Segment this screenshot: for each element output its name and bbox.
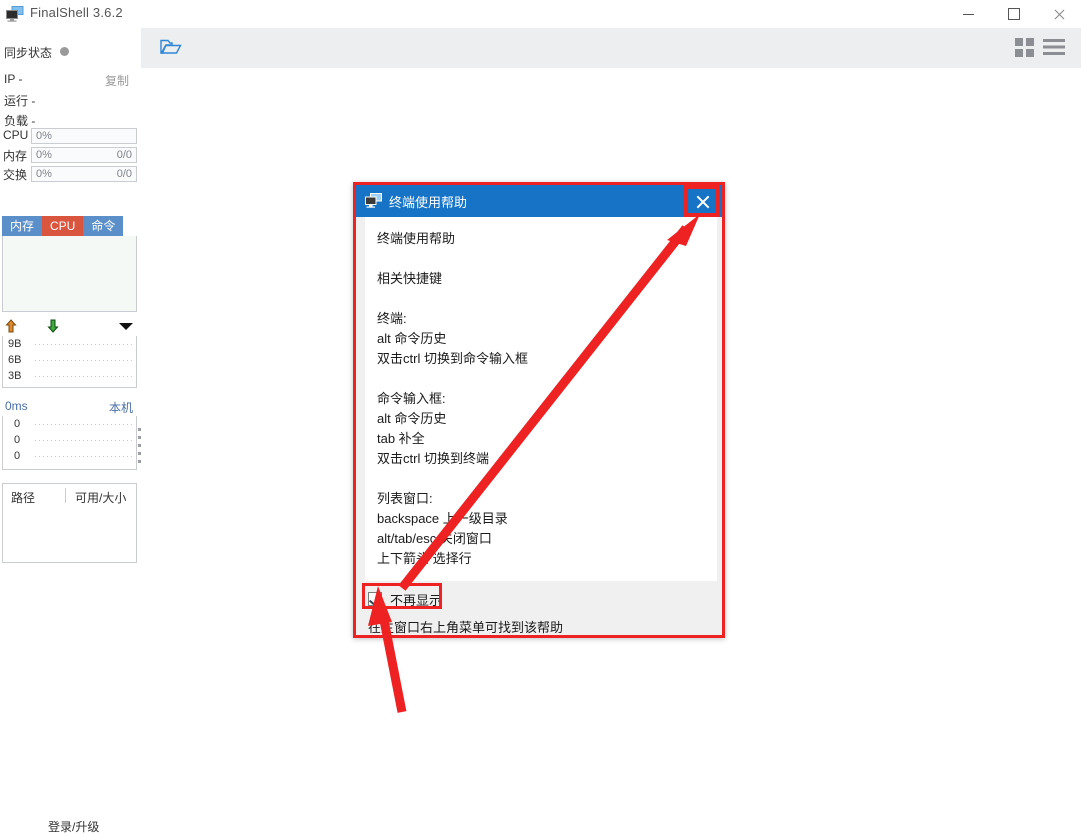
- grid-view-icon-3: [1015, 49, 1023, 57]
- ip-label: IP -: [4, 72, 23, 86]
- close-icon: [695, 194, 710, 209]
- network-ylabel-0: 9B: [8, 338, 22, 350]
- cpu-meter-label: CPU: [3, 128, 29, 142]
- scroll-dot: [138, 428, 141, 431]
- open-folder-icon: [159, 37, 183, 60]
- chevron-down-icon[interactable]: [119, 323, 133, 330]
- dialog-help-text: 终端使用帮助 相关快捷键 终端: alt 命令历史 双击ctrl 切换到命令输入…: [377, 231, 528, 566]
- ping-ylabel-1: 0: [14, 434, 21, 446]
- grid-view-button[interactable]: [1015, 38, 1035, 58]
- dont-show-again-row[interactable]: 不再显示: [368, 589, 442, 609]
- swap-meter-label: 交换: [3, 168, 28, 182]
- dialog-title-bar: 终端使用帮助: [356, 185, 722, 217]
- grid-view-icon: [1015, 38, 1023, 46]
- network-gridline-2: [35, 376, 135, 377]
- network-chart: 9B 6B 3B: [2, 336, 137, 388]
- process-list[interactable]: [2, 236, 137, 312]
- dialog-title: 终端使用帮助: [389, 195, 468, 210]
- ping-ylabel-0: 0: [14, 418, 21, 430]
- app-monitor-icon: [6, 6, 24, 22]
- disk-column-divider: [65, 488, 66, 503]
- grid-view-icon-2: [1026, 38, 1034, 46]
- process-tabs: 内存 CPU 命令: [2, 216, 137, 236]
- uptime-label: 运行 -: [4, 94, 36, 108]
- ping-gridline-1: [35, 440, 135, 441]
- memory-meter: 0% 0/0: [31, 147, 137, 163]
- network-header: [2, 318, 137, 336]
- minimize-button[interactable]: [946, 0, 991, 28]
- memory-meter-value: 0%: [36, 149, 52, 161]
- swap-meter: 0% 0/0: [31, 166, 137, 182]
- memory-meter-detail: 0/0: [116, 149, 132, 161]
- copy-ip-button[interactable]: 复制: [105, 72, 129, 89]
- sidebar-scrollbar[interactable]: [138, 428, 143, 470]
- cpu-meter-value: 0%: [36, 130, 52, 142]
- ping-ylabel-2: 0: [14, 450, 21, 462]
- ping-header: 0ms 本机: [2, 398, 137, 416]
- maximize-icon: [1007, 8, 1020, 20]
- scroll-dot: [138, 460, 141, 463]
- minimize-icon: [963, 13, 974, 15]
- network-ylabel-2: 3B: [8, 370, 22, 382]
- dialog-close-button[interactable]: [688, 189, 716, 213]
- tab-memory[interactable]: 内存: [2, 216, 43, 236]
- main-toolbar: [141, 28, 1081, 69]
- close-icon: [1053, 8, 1065, 20]
- app-title: FinalShell 3.6.2: [30, 5, 123, 20]
- arrow-down-icon: [47, 319, 59, 336]
- window-title-bar: FinalShell 3.6.2: [0, 0, 1081, 29]
- ping-gridline-2: [35, 456, 135, 457]
- ping-gridline-0: [35, 424, 135, 425]
- disk-column-path: 路径: [11, 491, 36, 505]
- ping-chart: 0 0 0: [2, 416, 137, 470]
- dialog-body: 终端使用帮助 相关快捷键 终端: alt 命令历史 双击ctrl 切换到命令输入…: [365, 217, 717, 581]
- scroll-dot: [138, 452, 141, 455]
- network-gridline-0: [35, 344, 135, 345]
- swap-meter-detail: 0/0: [116, 168, 132, 180]
- maximize-button[interactable]: [991, 0, 1036, 28]
- list-view-button[interactable]: [1043, 38, 1065, 58]
- status-sidebar: 同步状态 IP - 复制 运行 - 负载 - CPU 0% 内存 0% 0/0 …: [0, 28, 143, 834]
- login-upgrade-link[interactable]: 登录/升级: [48, 818, 99, 835]
- ping-latency: 0ms: [5, 399, 28, 413]
- scroll-dot: [138, 444, 141, 447]
- network-ylabel-1: 6B: [8, 354, 22, 366]
- dont-show-again-checkbox[interactable]: [368, 592, 382, 606]
- load-label: 负载 -: [4, 114, 36, 128]
- close-button[interactable]: [1036, 0, 1081, 28]
- dont-show-again-label: 不再显示: [390, 592, 443, 608]
- grid-view-icon-4: [1026, 49, 1034, 57]
- arrow-up-icon: [5, 319, 17, 336]
- swap-meter-value: 0%: [36, 168, 52, 180]
- list-view-icon: [1043, 39, 1065, 59]
- open-folder-button[interactable]: [149, 32, 193, 64]
- dialog-footer-note: 在主窗口右上角菜单可找到该帮助: [368, 620, 564, 635]
- scroll-dot: [138, 436, 141, 439]
- disk-panel[interactable]: 路径 可用/大小: [2, 483, 137, 563]
- sync-status-indicator: [60, 47, 69, 56]
- ping-host[interactable]: 本机: [109, 399, 133, 416]
- terminal-help-dialog: 终端使用帮助 终端使用帮助 相关快捷键 终端: alt 命令历史 双击ctrl …: [353, 182, 725, 638]
- cpu-meter: 0%: [31, 128, 137, 144]
- disk-column-free-total: 可用/大小: [75, 491, 127, 505]
- memory-meter-label: 内存: [3, 149, 28, 163]
- tab-cpu[interactable]: CPU: [42, 216, 84, 236]
- sync-status-label: 同步状态: [4, 46, 53, 60]
- tab-command[interactable]: 命令: [83, 216, 124, 236]
- dialog-monitor-icon: [365, 193, 382, 208]
- network-gridline-1: [35, 360, 135, 361]
